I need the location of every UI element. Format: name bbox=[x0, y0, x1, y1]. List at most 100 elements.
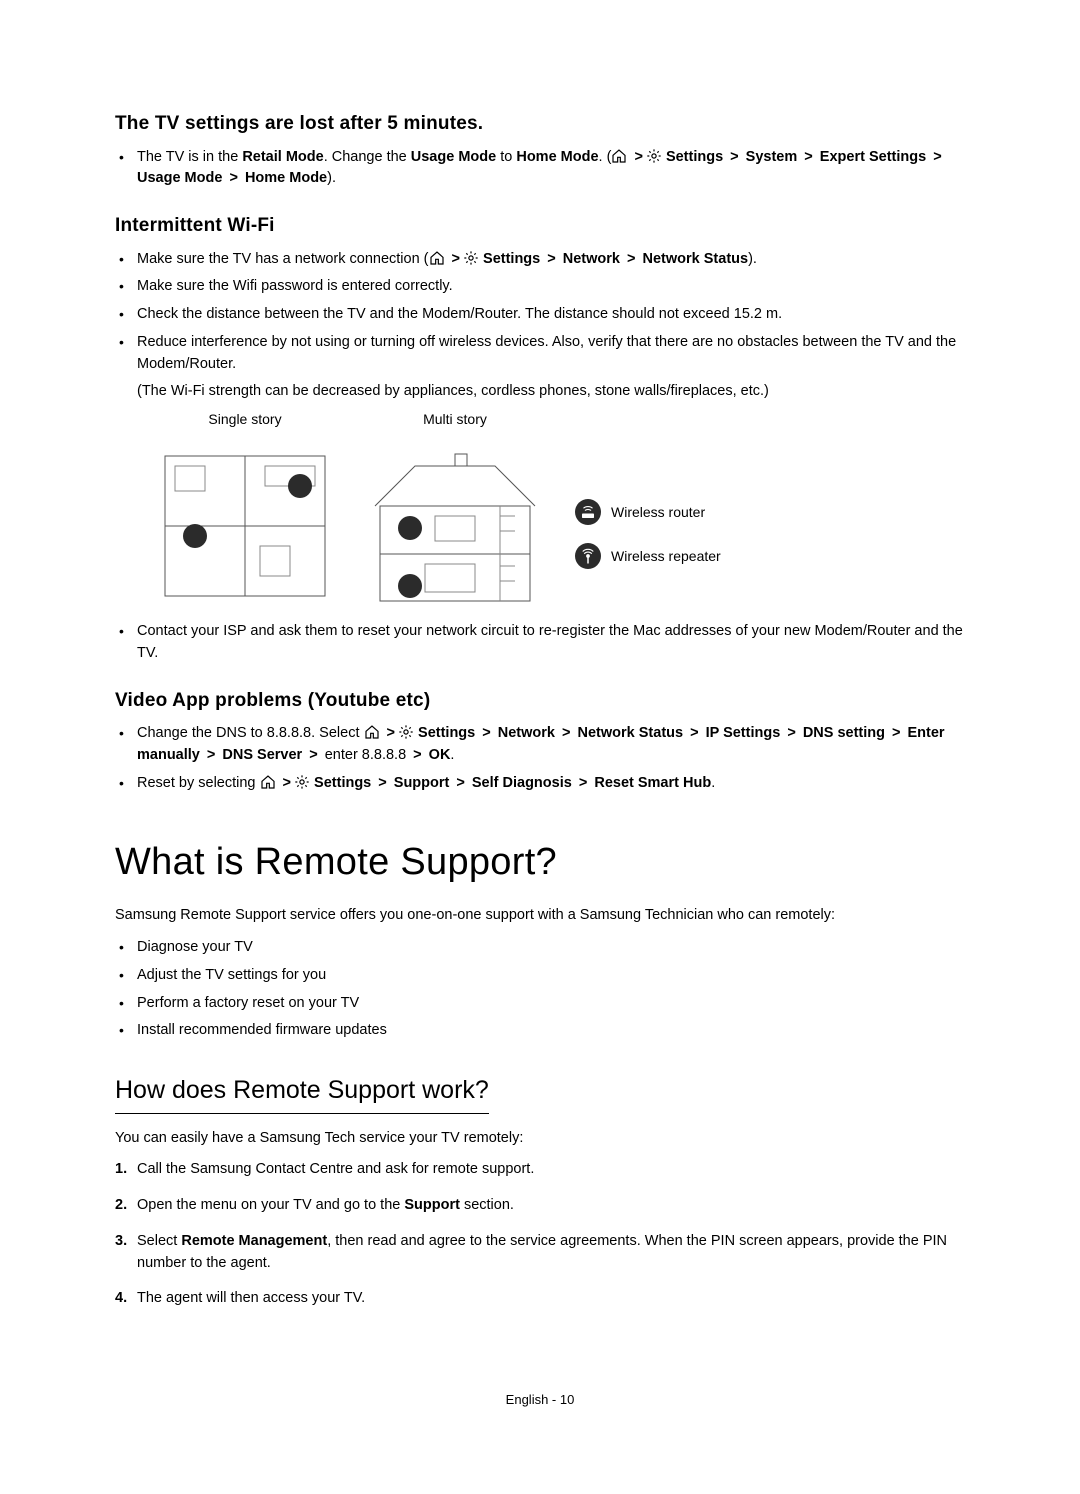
diagram-caption: Multi story bbox=[365, 409, 545, 430]
path-segment: Settings bbox=[314, 775, 371, 791]
text: Make sure the TV has a network connectio… bbox=[137, 251, 429, 267]
path-segment: IP Settings bbox=[706, 725, 781, 741]
separator: > bbox=[730, 149, 738, 165]
diagram-single-story: Single story bbox=[155, 409, 335, 611]
repeater-icon bbox=[575, 543, 601, 569]
gear-icon bbox=[398, 724, 414, 740]
heading-tv-settings-lost: The TV settings are lost after 5 minutes… bbox=[115, 110, 965, 139]
diagram-caption: Single story bbox=[155, 409, 335, 430]
text: Reset by selecting bbox=[137, 775, 260, 791]
section-tv-settings-lost: The TV settings are lost after 5 minutes… bbox=[115, 110, 965, 190]
text: Reduce interference by not using or turn… bbox=[137, 334, 956, 372]
legend-label: Wireless repeater bbox=[611, 546, 721, 567]
gear-icon bbox=[294, 774, 310, 790]
text: enter 8.8.8.8 bbox=[325, 747, 406, 763]
separator: > bbox=[482, 725, 490, 741]
text: . ( bbox=[599, 149, 612, 165]
separator: > bbox=[283, 775, 291, 791]
list-item: Contact your ISP and ask them to reset y… bbox=[137, 621, 965, 665]
house-image bbox=[365, 436, 545, 611]
path-segment: Settings bbox=[483, 251, 540, 267]
text: Open the menu on your TV and go to the bbox=[137, 1197, 404, 1213]
path-segment: Self Diagnosis bbox=[472, 775, 572, 791]
path-segment: OK bbox=[429, 747, 451, 763]
separator: > bbox=[634, 149, 642, 165]
text-bold: Support bbox=[404, 1197, 460, 1213]
gear-icon bbox=[463, 250, 479, 266]
path-segment: Settings bbox=[666, 149, 723, 165]
home-icon bbox=[260, 774, 276, 790]
separator: > bbox=[804, 149, 812, 165]
text: Select bbox=[137, 1233, 181, 1249]
separator: > bbox=[207, 747, 215, 763]
separator: > bbox=[562, 725, 570, 741]
step-item: The agent will then access your TV. bbox=[115, 1288, 965, 1310]
path-segment: Reset Smart Hub bbox=[594, 775, 711, 791]
list-item: Install recommended firmware updates bbox=[137, 1020, 965, 1042]
home-icon bbox=[611, 148, 627, 164]
text-bold: Remote Management bbox=[181, 1233, 327, 1249]
separator: > bbox=[229, 170, 237, 186]
floorplan-image bbox=[155, 436, 335, 611]
path-segment: Network bbox=[563, 251, 620, 267]
separator: > bbox=[378, 775, 386, 791]
list-item: Perform a factory reset on your TV bbox=[137, 993, 965, 1015]
list-item: Change the DNS to 8.8.8.8. Select > Sett… bbox=[137, 723, 965, 767]
list-item: Make sure the Wifi password is entered c… bbox=[137, 276, 965, 298]
diagram-row: Single story Multi story bbox=[155, 409, 965, 611]
text: to bbox=[496, 149, 516, 165]
lead-text: You can easily have a Samsung Tech servi… bbox=[115, 1128, 965, 1150]
step-item: Open the menu on your TV and go to the S… bbox=[115, 1195, 965, 1217]
section-video-app: Video App problems (Youtube etc) Change … bbox=[115, 687, 965, 795]
heading-video-app: Video App problems (Youtube etc) bbox=[115, 687, 965, 716]
path-segment: DNS Server bbox=[222, 747, 302, 763]
separator: > bbox=[387, 725, 395, 741]
home-icon bbox=[364, 724, 380, 740]
step-item: Call the Samsung Contact Centre and ask … bbox=[115, 1159, 965, 1181]
path-segment: Expert Settings bbox=[820, 149, 926, 165]
text: . Change the bbox=[324, 149, 411, 165]
text: section. bbox=[460, 1197, 514, 1213]
path-segment: System bbox=[746, 149, 798, 165]
text: ). bbox=[327, 170, 336, 186]
separator: > bbox=[690, 725, 698, 741]
separator: > bbox=[452, 251, 460, 267]
list-item: Reset by selecting > Settings > Support … bbox=[137, 773, 965, 795]
path-segment: Network Status bbox=[643, 251, 749, 267]
list-item: Diagnose your TV bbox=[137, 937, 965, 959]
path-segment: Support bbox=[394, 775, 450, 791]
list-item: Adjust the TV settings for you bbox=[137, 965, 965, 987]
text-bold: Home Mode bbox=[516, 149, 598, 165]
legend-row-repeater: Wireless repeater bbox=[575, 543, 721, 569]
section-intermittent-wifi: Intermittent Wi-Fi Make sure the TV has … bbox=[115, 212, 965, 665]
text-bold: Usage Mode bbox=[411, 149, 496, 165]
text: ). bbox=[748, 251, 757, 267]
step-item: Select Remote Management, then read and … bbox=[115, 1231, 965, 1275]
page-footer: English - 10 bbox=[115, 1390, 965, 1410]
path-segment: Network bbox=[498, 725, 555, 741]
path-segment: DNS setting bbox=[803, 725, 885, 741]
diagram-legend: Wireless router Wireless repeater bbox=[575, 499, 721, 569]
separator: > bbox=[579, 775, 587, 791]
heading-remote-support: What is Remote Support? bbox=[115, 834, 965, 891]
steps-list: Call the Samsung Contact Centre and ask … bbox=[115, 1159, 965, 1310]
heading-intermittent-wifi: Intermittent Wi-Fi bbox=[115, 212, 965, 241]
separator: > bbox=[413, 747, 421, 763]
list-item: Check the distance between the TV and th… bbox=[137, 304, 965, 326]
heading-how-remote-support: How does Remote Support work? bbox=[115, 1072, 489, 1114]
legend-row-router: Wireless router bbox=[575, 499, 721, 525]
lead-text: Samsung Remote Support service offers yo… bbox=[115, 905, 965, 927]
path-segment: Usage Mode bbox=[137, 170, 222, 186]
separator: > bbox=[547, 251, 555, 267]
separator: > bbox=[456, 775, 464, 791]
separator: > bbox=[309, 747, 317, 763]
home-icon bbox=[429, 250, 445, 266]
note: (The Wi-Fi strength can be decreased by … bbox=[137, 381, 965, 403]
path-segment: Settings bbox=[418, 725, 475, 741]
separator: > bbox=[627, 251, 635, 267]
list-item: Make sure the TV has a network connectio… bbox=[137, 249, 965, 271]
list-item: Reduce interference by not using or turn… bbox=[137, 332, 965, 403]
text: Change the DNS to 8.8.8.8. Select bbox=[137, 725, 364, 741]
separator: > bbox=[787, 725, 795, 741]
separator: > bbox=[933, 149, 941, 165]
